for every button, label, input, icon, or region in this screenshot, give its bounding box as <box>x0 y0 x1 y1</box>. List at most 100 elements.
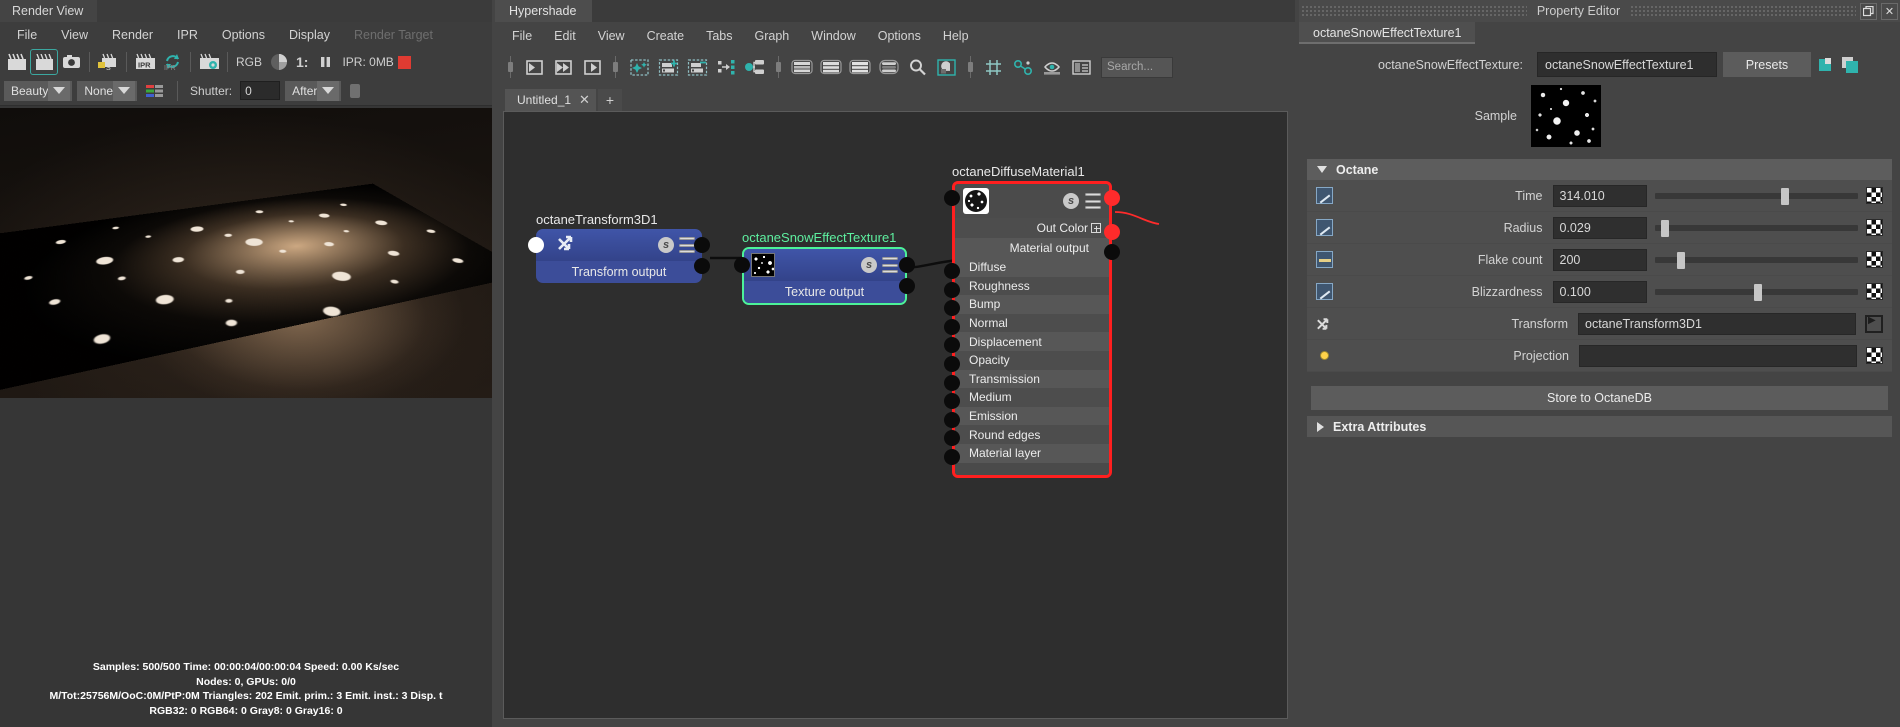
hs-menu-window[interactable]: Window <box>800 27 866 45</box>
render-region-icon[interactable] <box>30 49 58 75</box>
graph-input-output-connections-icon[interactable] <box>550 55 576 79</box>
port-output-top[interactable] <box>694 237 710 253</box>
port-medium[interactable] <box>944 393 960 409</box>
show-downstream-icon[interactable] <box>742 55 768 79</box>
port-normal[interactable] <box>944 319 960 335</box>
connected-nodes-icon[interactable] <box>1010 55 1036 79</box>
attr-slider[interactable] <box>1654 281 1858 303</box>
rearrange-graph-icon[interactable] <box>626 55 652 79</box>
hypershade-tab[interactable]: Hypershade <box>495 0 593 22</box>
display-as-large-swatches-icon[interactable] <box>847 55 873 79</box>
port-input[interactable] <box>528 237 544 253</box>
port-output-top[interactable] <box>1104 190 1120 206</box>
s-badge-icon[interactable]: s <box>1063 193 1079 209</box>
port-displacement[interactable] <box>944 337 960 353</box>
aov-select[interactable]: Beauty <box>4 80 73 101</box>
exposure-wedge-icon[interactable] <box>266 50 292 74</box>
stack-icon[interactable] <box>679 237 695 253</box>
copy-tab-icon[interactable] <box>1817 56 1835 74</box>
render-clapper-icon[interactable] <box>4 50 30 74</box>
port-row[interactable]: Opacity <box>955 350 1109 370</box>
close-icon[interactable]: ✕ <box>579 92 590 108</box>
chevron-down-icon[interactable] <box>48 80 71 101</box>
port-row[interactable]: Bump <box>955 295 1109 314</box>
slider-knob[interactable] <box>1660 219 1669 237</box>
port-diffuse[interactable] <box>944 263 960 279</box>
close-icon[interactable]: ✕ <box>1881 2 1898 20</box>
port-row[interactable]: Emission <box>955 406 1109 426</box>
section-header-extra-attributes[interactable]: Extra Attributes <box>1307 416 1892 437</box>
render-view-tab[interactable]: Render View <box>0 0 98 22</box>
attr-value-input[interactable]: 0.029 <box>1552 216 1647 239</box>
texture-map-icon[interactable] <box>1866 283 1883 300</box>
hs-menu-help[interactable]: Help <box>932 27 980 45</box>
port-row[interactable]: Diffuse <box>955 258 1109 277</box>
animation-curve-icon[interactable] <box>1315 219 1333 237</box>
texture-map-icon[interactable] <box>1866 251 1883 268</box>
hs-menu-edit[interactable]: Edit <box>543 27 587 45</box>
slider-knob[interactable] <box>1754 283 1763 301</box>
attr-value-input[interactable]: 200 <box>1552 248 1647 271</box>
row-out-color[interactable]: Out Color <box>955 218 1109 238</box>
grid-snap-icon[interactable] <box>981 55 1007 79</box>
stack-icon[interactable] <box>882 257 898 273</box>
menu-render[interactable]: Render <box>101 26 164 44</box>
node-octane-diffuse-material[interactable]: octaneDiffuseMaterial1 s Out Color Mater… <box>944 164 1120 478</box>
store-to-octanedb-button[interactable]: Store to OctaneDB <box>1311 386 1888 410</box>
port-row[interactable]: Material layer <box>955 443 1109 463</box>
integer-attr-icon[interactable] <box>1315 251 1333 269</box>
node-body[interactable]: s Transform output <box>536 229 702 283</box>
attr-value-input[interactable]: 0.100 <box>1552 280 1647 303</box>
port-material-output[interactable] <box>1104 244 1120 260</box>
menu-file[interactable]: File <box>6 26 48 44</box>
search-icon[interactable] <box>905 55 931 79</box>
port-row[interactable]: Normal <box>955 313 1109 333</box>
render-sequence-icon[interactable]: S <box>95 50 121 74</box>
tab-untitled-1[interactable]: Untitled_1 ✕ <box>505 89 596 111</box>
texture-map-icon[interactable] <box>1866 347 1883 364</box>
menu-ipr[interactable]: IPR <box>166 26 209 44</box>
presets-button[interactable]: Presets <box>1723 52 1811 77</box>
toolbar-grip[interactable] <box>968 56 973 78</box>
attr-value-input[interactable]: octaneTransform3D1 <box>1578 312 1856 335</box>
animation-curve-icon[interactable] <box>1315 283 1333 301</box>
node-graph-canvas[interactable]: octaneTransform3D1 s Transform output oc… <box>503 111 1288 719</box>
toolbar-grip[interactable] <box>776 56 781 78</box>
port-input[interactable] <box>734 257 750 273</box>
scale-label[interactable]: 1: <box>293 54 311 70</box>
rgb-label[interactable]: RGB <box>233 55 265 69</box>
port-out-color[interactable] <box>1104 224 1120 240</box>
graph-output-connections-icon[interactable] <box>579 55 605 79</box>
snapshot-camera-icon[interactable] <box>58 50 84 74</box>
port-row[interactable]: Round edges <box>955 425 1109 444</box>
render-swatch-icon[interactable] <box>934 55 960 79</box>
port-material-layer[interactable] <box>944 449 960 465</box>
attr-value-input[interactable]: 314.010 <box>1552 184 1647 207</box>
stack-icon[interactable] <box>1085 193 1101 209</box>
shutter-mode-select[interactable]: After <box>285 80 342 101</box>
slider-knob[interactable] <box>1676 251 1685 269</box>
hs-menu-file[interactable]: File <box>501 27 543 45</box>
s-badge-icon[interactable]: s <box>658 237 674 253</box>
s-badge-icon[interactable]: s <box>861 257 877 273</box>
port-row[interactable]: Transmission <box>955 369 1109 389</box>
node-octane-transform-3d[interactable]: octaneTransform3D1 s Transform output <box>528 212 710 283</box>
drag-dots-right[interactable] <box>1630 5 1856 17</box>
scroll-grip[interactable] <box>350 83 361 98</box>
rgb-channels-icon[interactable] <box>142 79 168 103</box>
node-name-input[interactable]: octaneSnowEffectTexture1 <box>1537 52 1717 77</box>
node-body[interactable]: s Texture output <box>742 247 907 305</box>
display-as-list-icon[interactable] <box>876 55 902 79</box>
port-opacity[interactable] <box>944 356 960 372</box>
port-material-input[interactable] <box>944 190 960 206</box>
add-selected-to-graph-icon[interactable] <box>655 55 681 79</box>
expand-plus-icon[interactable] <box>1091 223 1101 233</box>
duplicate-tab-icon[interactable] <box>1841 56 1859 74</box>
port-output[interactable] <box>694 258 710 274</box>
transform-3d-icon[interactable] <box>1315 315 1333 333</box>
texture-map-icon[interactable] <box>1866 219 1883 236</box>
render-settings-icon[interactable] <box>196 50 222 74</box>
texture-map-icon[interactable] <box>1866 187 1883 204</box>
tab-octane-snow-effect-texture[interactable]: octaneSnowEffectTexture1 <box>1299 22 1476 44</box>
graph-input-connections-icon[interactable] <box>521 55 547 79</box>
